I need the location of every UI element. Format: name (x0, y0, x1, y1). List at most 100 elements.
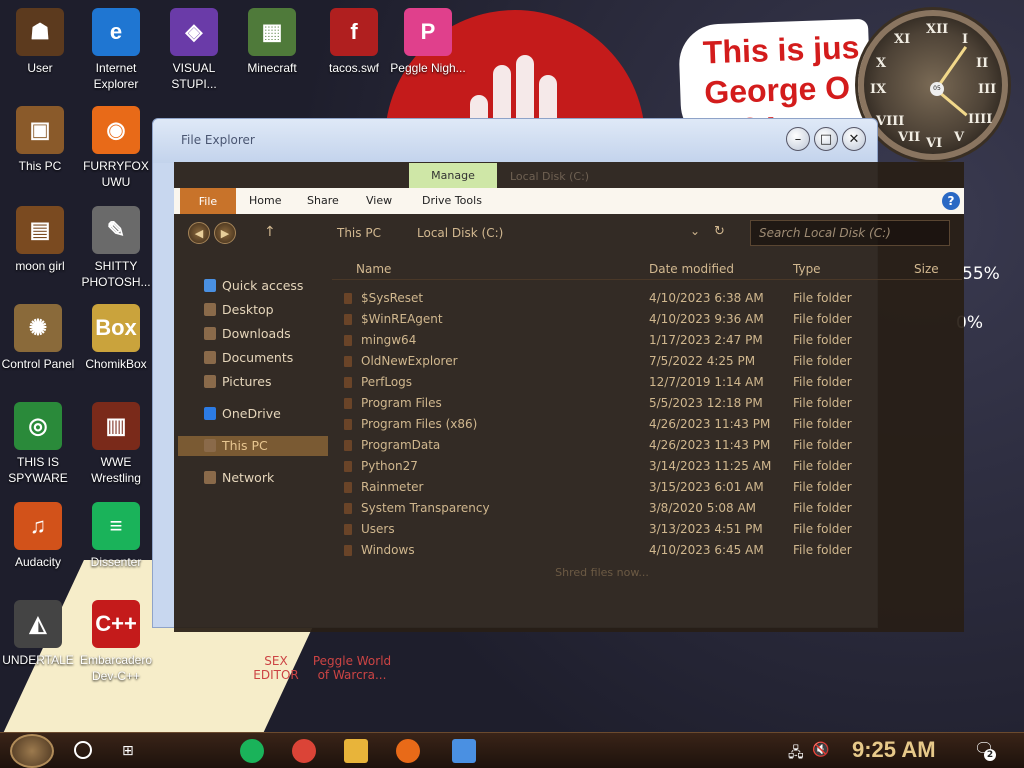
desktop-icon[interactable]: e Internet Explorer (78, 8, 154, 92)
folder-icon (204, 375, 216, 388)
folder-icon (344, 419, 352, 430)
taskbar-app-chrome[interactable] (292, 739, 316, 763)
file-row[interactable]: OldNewExplorer 7/5/2022 4:25 PM File folde… (332, 351, 852, 372)
tab-view[interactable]: View (366, 194, 392, 207)
desktop-icon-label: Audacity (14, 555, 62, 569)
desktop-icon[interactable]: ≡ Dissenter (78, 502, 154, 570)
desktop-icon-label: Internet Explorer (93, 61, 139, 91)
nav-item[interactable]: Quick access (178, 276, 328, 296)
maximize-button[interactable]: □ (814, 127, 838, 151)
file-row[interactable]: $WinREAgent 4/10/2023 9:36 AM File folder (332, 309, 852, 330)
taskbar-app-file-explorer[interactable] (344, 739, 368, 763)
nav-item[interactable]: This PC (178, 436, 328, 456)
taskbar-app-recycle-bin[interactable] (452, 739, 476, 763)
file-row[interactable]: mingw64 1/17/2023 2:47 PM File folder (332, 330, 852, 351)
desktop-icon-image: ≡ (92, 502, 140, 550)
desktop-icon-image: ☗ (16, 8, 64, 56)
folder-icon (344, 461, 352, 472)
file-row[interactable]: PerfLogs 12/7/2019 1:14 AM File folder (332, 372, 852, 393)
desktop-icon[interactable]: ▤ moon girl (2, 206, 78, 274)
desktop-icon[interactable]: C++ Embarcadero Dev-C++ (78, 600, 154, 684)
file-type: File folder (793, 417, 852, 431)
desktop-icon[interactable]: ▥ WWE Wrestling (78, 402, 154, 486)
desktop-icon[interactable]: ▦ Minecraft (234, 8, 310, 76)
desktop-icon-image: C++ (92, 600, 140, 648)
desktop-icon-image: Box (92, 304, 140, 352)
help-icon[interactable]: ? (942, 192, 960, 210)
nav-item[interactable]: Desktop (178, 300, 328, 320)
wallpaper-text: Peggle World of Warcra... (312, 654, 392, 682)
desktop-icon-label: Dissenter (90, 555, 142, 569)
column-name[interactable]: Name (356, 262, 391, 276)
nav-item[interactable]: Documents (178, 348, 328, 368)
taskbar-app-firefox[interactable] (396, 739, 420, 763)
window-title-bar[interactable]: File Explorer – □ ✕ (153, 119, 877, 163)
file-row[interactable]: Users 3/13/2023 4:51 PM File folder (332, 519, 852, 540)
start-button[interactable] (10, 734, 54, 768)
desktop-icon[interactable]: Box ChomikBox (78, 304, 154, 372)
breadcrumb-this-pc[interactable]: This PC (337, 226, 381, 240)
desktop-icon[interactable]: ☗ User (2, 8, 78, 76)
file-row[interactable]: $SysReset 4/10/2023 6:38 AM File folder (332, 288, 852, 309)
tab-drive-tools[interactable]: Drive Tools (422, 194, 482, 207)
nav-item[interactable]: OneDrive (178, 404, 328, 424)
address-dropdown-icon[interactable]: ⌄ (690, 224, 700, 238)
desktop-icon[interactable]: ◉ FURRYFOX UWU (78, 106, 154, 190)
column-date-modified[interactable]: Date modified (649, 262, 734, 276)
desktop-icon-label: WWE Wrestling (91, 455, 141, 485)
notification-icon[interactable]: 🗨 2 (974, 739, 996, 761)
column-type[interactable]: Type (793, 262, 821, 276)
desktop-icon-label: ChomikBox (85, 357, 147, 371)
task-view-icon[interactable]: ⊞ (122, 743, 134, 759)
desktop-icon[interactable]: ♫ Audacity (0, 502, 76, 570)
volume-muted-icon[interactable]: 🔇 (812, 742, 829, 758)
desktop-icon-image: f (330, 8, 378, 56)
desktop-icon[interactable]: ◈ VISUAL STUPI... (156, 8, 232, 92)
tab-file[interactable]: File (180, 188, 236, 214)
nav-item[interactable]: Network (178, 468, 328, 488)
search-input[interactable]: Search Local Disk (C:) (750, 220, 950, 246)
rainmeter-percent: 55% (962, 264, 1000, 284)
desktop-icon[interactable]: ✎ SHITTY PHOTOSH... (78, 206, 154, 290)
desktop-icon[interactable]: ◎ THIS IS SPYWARE (0, 402, 76, 486)
clock-time[interactable]: 9:25 AM (852, 737, 936, 763)
desktop-icon[interactable]: ▣ This PC (2, 106, 78, 174)
desktop-icon[interactable]: ◭ UNDERTALE (0, 600, 76, 668)
nav-item[interactable]: Pictures (178, 372, 328, 392)
file-row[interactable]: Python27 3/14/2023 11:25 AM File folder (332, 456, 852, 477)
file-row[interactable]: ProgramData 4/26/2023 11:43 PM File folder (332, 435, 852, 456)
forward-icon[interactable]: ▶ (214, 222, 236, 244)
nav-item-label: This PC (222, 438, 268, 453)
file-name: $SysReset (361, 291, 424, 305)
desktop-icon[interactable]: f tacos.swf (316, 8, 392, 76)
steampunk-clock-widget[interactable]: XII I II III IIII V VI VII VIII IX X XI … (858, 10, 1008, 160)
file-row[interactable]: Rainmeter 3/15/2023 6:01 AM File folder (332, 477, 852, 498)
tab-share[interactable]: Share (307, 194, 339, 207)
file-row[interactable]: Program Files 5/5/2023 12:18 PM File folde… (332, 393, 852, 414)
poster-line: This is jus (702, 29, 860, 71)
file-date: 3/8/2020 5:08 AM (649, 501, 757, 515)
column-size[interactable]: Size (914, 262, 939, 276)
close-button[interactable]: ✕ (842, 127, 866, 151)
network-icon[interactable]: 🖧 (788, 742, 804, 766)
file-row[interactable]: System Transparency 3/8/2020 5:08 AM File … (332, 498, 852, 519)
tab-home[interactable]: Home (249, 194, 281, 207)
clock-numeral: III (978, 82, 997, 97)
nav-item[interactable]: Downloads (178, 324, 328, 344)
taskbar-app-dissenter[interactable] (240, 739, 264, 763)
tab-manage[interactable]: Manage (409, 163, 497, 188)
breadcrumb-local-disk[interactable]: Local Disk (C:) (417, 226, 503, 240)
minimize-button[interactable]: – (786, 127, 810, 151)
desktop-icon[interactable]: P Peggle Nigh... (390, 8, 466, 76)
nav-item-label: Downloads (222, 326, 291, 341)
desktop-icon[interactable]: ✺ Control Panel (0, 304, 76, 372)
back-icon[interactable]: ◀ (188, 222, 210, 244)
search-circle-icon[interactable] (74, 741, 92, 759)
up-arrow-icon[interactable]: ↑ (264, 224, 276, 240)
file-row[interactable]: Program Files (x86) 4/26/2023 11:43 PM Fil… (332, 414, 852, 435)
explorer-body: Manage Local Disk (C:) File Home Share V… (174, 162, 964, 632)
desktop-icon-image: ◈ (170, 8, 218, 56)
desktop-icon-image: ◎ (14, 402, 62, 450)
refresh-icon[interactable]: ↻ (714, 224, 725, 239)
folder-icon (204, 471, 216, 484)
